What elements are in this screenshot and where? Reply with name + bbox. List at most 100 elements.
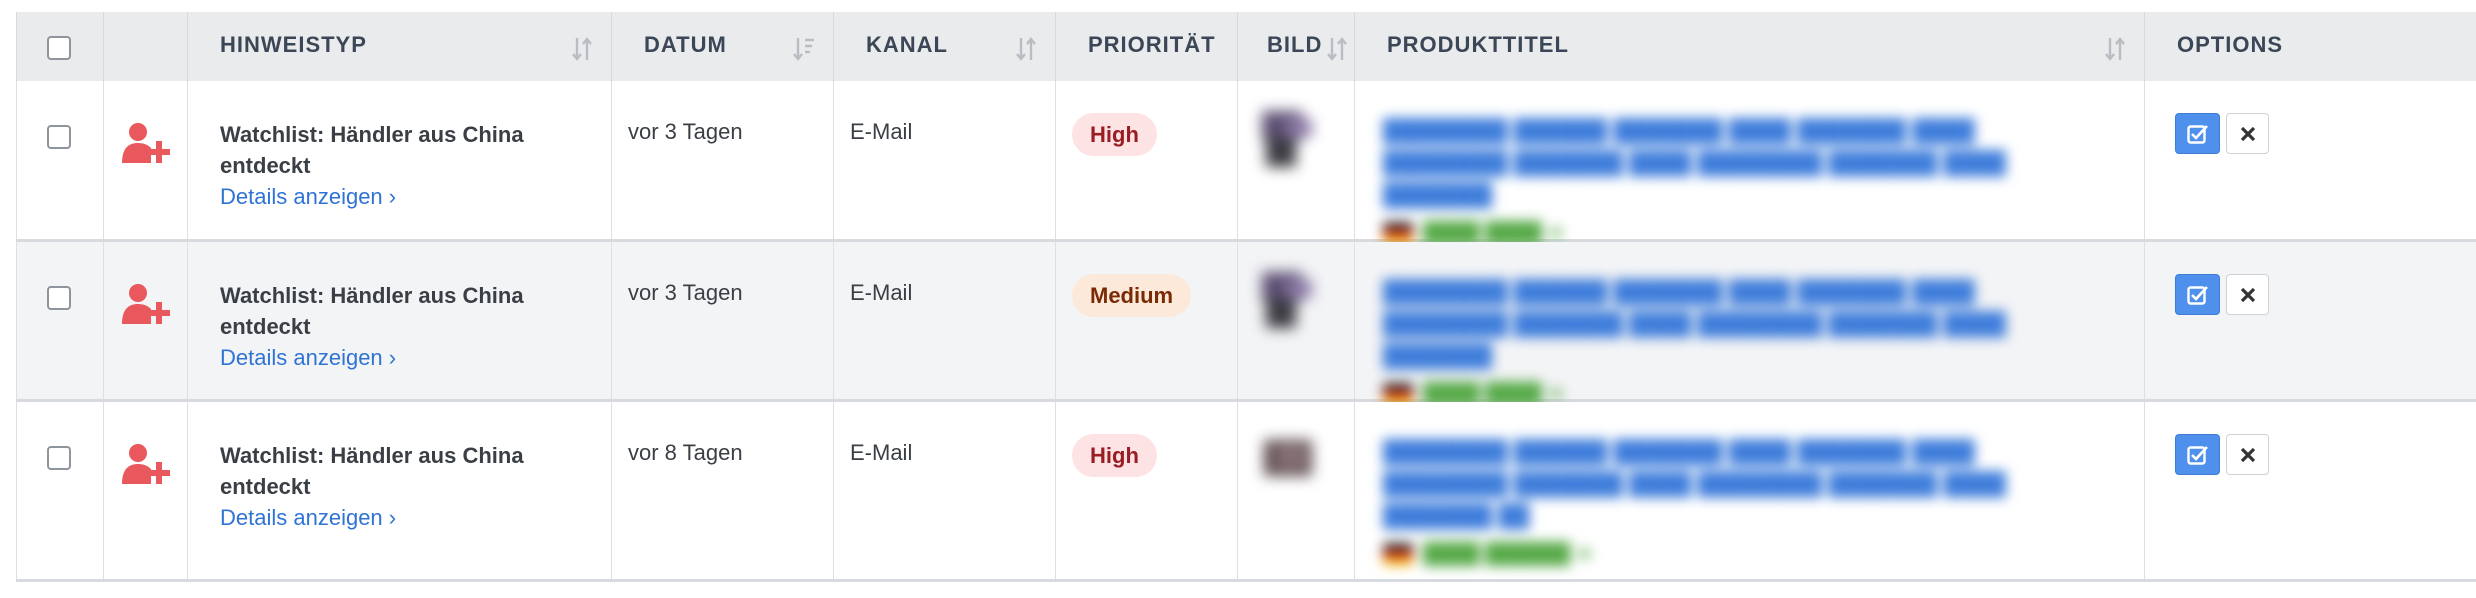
- column-label-type: HINWEISTYP: [220, 32, 367, 57]
- date-cell: vor 8 Tagen: [611, 402, 833, 579]
- column-header-options: OPTIONS: [2144, 12, 2476, 81]
- confirm-button[interactable]: [2175, 113, 2220, 154]
- alert-type-text: Watchlist: Händler aus China entdeckt De…: [220, 119, 580, 212]
- alert-type-label: Watchlist: Händler aus China entdeckt: [220, 283, 524, 339]
- alert-type-cell: Watchlist: Händler aus China entdeckt De…: [187, 402, 611, 579]
- confirm-button[interactable]: [2175, 434, 2220, 475]
- dismiss-button[interactable]: [2226, 113, 2269, 154]
- column-label-date: DATUM: [644, 32, 727, 57]
- row-icon-cell: [103, 402, 187, 579]
- channel-cell: E-Mail: [833, 242, 1055, 399]
- alerts-table: HINWEISTYP DATUM KANAL PRIORITÄT BILD PR…: [16, 12, 2476, 582]
- product-thumbnail[interactable]: [1256, 105, 1320, 175]
- product-title[interactable]: ████████ ██████ ███████ ████ ███████ ███…: [1383, 436, 2103, 570]
- row-select-cell: [16, 81, 103, 239]
- column-label-options: OPTIONS: [2177, 32, 2284, 57]
- product-title-cell: ████████ ██████ ███████ ████ ███████ ███…: [1354, 81, 2144, 244]
- priority-badge: High: [1072, 113, 1157, 156]
- column-header-channel[interactable]: KANAL: [833, 12, 1055, 81]
- row-checkbox[interactable]: [47, 286, 71, 310]
- priority-cell: Medium: [1055, 242, 1237, 399]
- column-label-channel: KANAL: [866, 32, 948, 57]
- product-meta-text: ████ ██████ ★: [1423, 543, 1594, 565]
- details-link[interactable]: Details anzeigen ›: [220, 502, 580, 533]
- table-row: Watchlist: Händler aus China entdeckt De…: [16, 81, 2476, 244]
- column-header-priority: PRIORITÄT: [1055, 12, 1237, 81]
- check-square-icon: [2186, 285, 2208, 305]
- image-cell: [1237, 81, 1354, 239]
- product-title-cell: ████████ ██████ ███████ ████ ███████ ███…: [1354, 242, 2144, 405]
- product-thumbnail[interactable]: [1256, 266, 1320, 336]
- priority-cell: High: [1055, 402, 1237, 579]
- priority-badge: High: [1072, 434, 1157, 477]
- product-thumbnail[interactable]: [1256, 426, 1320, 496]
- row-select-cell: [16, 402, 103, 579]
- row-icon-cell: [103, 81, 187, 239]
- user-plus-icon: [122, 284, 170, 324]
- product-title[interactable]: ████████ ██████ ███████ ████ ███████ ███…: [1383, 115, 2103, 249]
- table-row: Watchlist: Händler aus China entdeckt De…: [16, 402, 2476, 582]
- user-plus-icon: [122, 123, 170, 163]
- date-cell: vor 3 Tagen: [611, 242, 833, 399]
- alert-type-cell: Watchlist: Händler aus China entdeckt De…: [187, 81, 611, 239]
- product-meta: ████ ██████ ★: [1383, 538, 2103, 570]
- row-actions: [2175, 274, 2269, 315]
- product-title[interactable]: ████████ ██████ ███████ ████ ███████ ███…: [1383, 276, 2103, 410]
- options-cell: [2144, 402, 2476, 579]
- close-icon: [2240, 287, 2255, 302]
- select-all-checkbox[interactable]: [47, 36, 71, 60]
- sort-icon[interactable]: [571, 36, 593, 62]
- column-header-title[interactable]: PRODUKTTITEL: [1354, 12, 2144, 81]
- row-icon-cell: [103, 242, 187, 399]
- alert-date: vor 3 Tagen: [628, 119, 743, 144]
- sort-icon[interactable]: [2104, 36, 2126, 62]
- column-label-priority: PRIORITÄT: [1088, 32, 1216, 57]
- product-title-text: ████████ ██████ ███████ ████ ███████ ███…: [1383, 118, 2006, 207]
- options-cell: [2144, 81, 2476, 239]
- channel-cell: E-Mail: [833, 402, 1055, 579]
- alert-type-label: Watchlist: Händler aus China entdeckt: [220, 122, 524, 178]
- header-select-cell: [16, 12, 103, 81]
- close-icon: [2240, 126, 2255, 141]
- check-square-icon: [2186, 445, 2208, 465]
- options-cell: [2144, 242, 2476, 399]
- alert-channel: E-Mail: [850, 280, 913, 305]
- column-label-title: PRODUKTTITEL: [1387, 32, 1569, 57]
- user-plus-icon: [122, 444, 170, 484]
- sort-icon[interactable]: [1326, 36, 1348, 62]
- dismiss-button[interactable]: [2226, 274, 2269, 315]
- priority-badge: Medium: [1072, 274, 1192, 317]
- header-icon-cell: [103, 12, 187, 81]
- details-link[interactable]: Details anzeigen ›: [220, 181, 580, 212]
- details-link[interactable]: Details anzeigen ›: [220, 342, 580, 373]
- table-row: Watchlist: Händler aus China entdeckt De…: [16, 242, 2476, 405]
- column-header-image[interactable]: BILD: [1237, 12, 1354, 81]
- check-square-icon: [2186, 124, 2208, 144]
- confirm-button[interactable]: [2175, 274, 2220, 315]
- alert-channel: E-Mail: [850, 119, 913, 144]
- alert-date: vor 3 Tagen: [628, 280, 743, 305]
- alert-date: vor 8 Tagen: [628, 440, 743, 465]
- sort-desc-icon[interactable]: [793, 36, 815, 62]
- row-select-cell: [16, 242, 103, 399]
- sort-icon[interactable]: [1015, 36, 1037, 62]
- column-header-type[interactable]: HINWEISTYP: [187, 12, 611, 81]
- product-title-text: ████████ ██████ ███████ ████ ███████ ███…: [1383, 279, 2006, 368]
- alert-channel: E-Mail: [850, 440, 913, 465]
- flag-icon: [1383, 543, 1413, 565]
- priority-cell: High: [1055, 81, 1237, 239]
- alert-type-cell: Watchlist: Händler aus China entdeckt De…: [187, 242, 611, 399]
- row-actions: [2175, 113, 2269, 154]
- product-title-cell: ████████ ██████ ███████ ████ ███████ ███…: [1354, 402, 2144, 579]
- alert-type-label: Watchlist: Händler aus China entdeckt: [220, 443, 524, 499]
- row-checkbox[interactable]: [47, 446, 71, 470]
- flag-icon: [1383, 222, 1413, 244]
- row-checkbox[interactable]: [47, 125, 71, 149]
- channel-cell: E-Mail: [833, 81, 1055, 239]
- table-header: HINWEISTYP DATUM KANAL PRIORITÄT BILD PR…: [16, 12, 2476, 81]
- column-header-date[interactable]: DATUM: [611, 12, 833, 81]
- close-icon: [2240, 447, 2255, 462]
- date-cell: vor 3 Tagen: [611, 81, 833, 239]
- dismiss-button[interactable]: [2226, 434, 2269, 475]
- alert-type-text: Watchlist: Händler aus China entdeckt De…: [220, 440, 580, 533]
